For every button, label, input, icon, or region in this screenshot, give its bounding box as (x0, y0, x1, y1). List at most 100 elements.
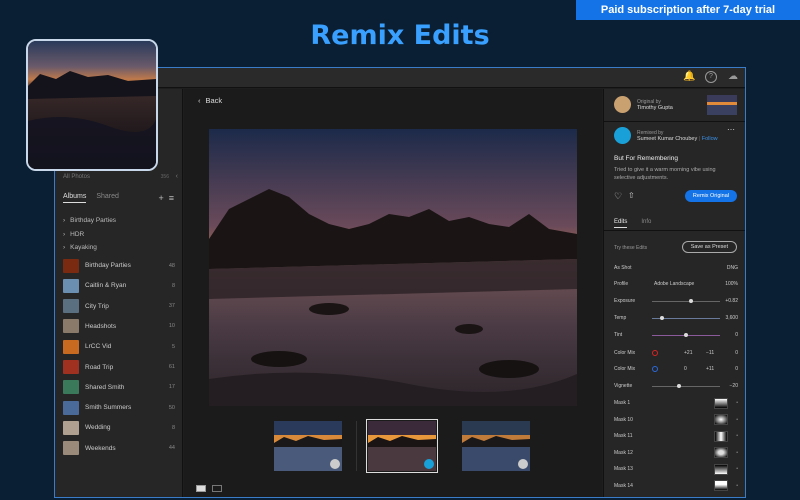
as-shot-label: As Shot (614, 265, 632, 271)
detail-view: ‹ Back (184, 89, 602, 497)
album-label: Shared Smith (85, 383, 125, 391)
slider-row: Tint 0 (614, 329, 738, 341)
profile-amount: 100% (725, 281, 738, 287)
mask-swatch (714, 397, 728, 409)
bell-icon[interactable]: 🔔 (683, 71, 695, 83)
album-item[interactable]: Headshots 10 (63, 318, 175, 335)
mask-row[interactable]: Mask 10 • (614, 414, 738, 426)
vignette-slider[interactable] (652, 386, 720, 387)
folder-label: HDR (70, 231, 85, 238)
album-label: Headshots (85, 322, 117, 330)
album-count: 37 (168, 303, 175, 310)
share-icon[interactable]: ⇧ (628, 191, 635, 200)
album-item[interactable]: Birthday Parties 48 (63, 257, 175, 274)
album-item[interactable]: Caitlin & Ryan 8 (63, 277, 175, 294)
adjust-slider[interactable] (652, 301, 720, 302)
single-view-icon[interactable] (196, 485, 206, 492)
album-thumbnail (63, 441, 79, 456)
slider-value: +0.82 (725, 298, 738, 304)
mask-row[interactable]: Mask 14 • (614, 480, 738, 492)
album-count: 44 (168, 445, 175, 452)
remix-original-button[interactable]: Remix Original (684, 190, 737, 202)
color-mix-row[interactable]: Color Mix +21 −11 0 (614, 347, 738, 359)
album-thumbnail (63, 258, 79, 273)
mask-label: Mask 12 (614, 449, 633, 456)
folder-hdr[interactable]: › HDR (63, 231, 84, 238)
heart-icon[interactable]: ♡ (614, 191, 622, 202)
color-mix-row[interactable]: Color Mix 0 +11 0 (614, 363, 738, 375)
slider-knob[interactable] (684, 333, 688, 337)
color-mix-v1: +21 (684, 350, 693, 356)
album-count: 61 (168, 364, 175, 370)
mask-swatch (714, 447, 728, 458)
album-item[interactable]: City Trip 37 (63, 298, 175, 315)
vignette-knob[interactable] (677, 384, 682, 388)
profile-label: Profile (614, 281, 629, 287)
original-author-name[interactable]: Timothy Gupta (637, 105, 673, 111)
album-item[interactable]: Road Trip 61 (63, 359, 175, 376)
mask-row[interactable]: Mask 11 • (614, 430, 738, 442)
version-thumb-original[interactable] (274, 421, 342, 471)
folder-birthday[interactable]: › Birthday Parties (63, 217, 116, 224)
color-mix-v1: 0 (684, 366, 687, 372)
avatar-badge (518, 459, 528, 469)
chevron-right-icon: › (63, 217, 66, 224)
save-preset-button[interactable]: Save as Preset (681, 241, 737, 253)
color-mix-v3: 0 (735, 350, 738, 356)
slider-value: 3,600 (725, 315, 738, 321)
mask-swatch (714, 430, 728, 442)
avatar-badge (424, 459, 434, 469)
album-label: Smith Summers (85, 404, 132, 412)
remix-description: Tried to give it a warm morning vibe usi… (614, 167, 716, 181)
color-mix-label: Color Mix (614, 366, 636, 372)
folder-kayaking[interactable]: › Kayaking (63, 244, 97, 251)
mask-count: • (736, 416, 738, 423)
color-ring-icon (652, 366, 658, 372)
album-item[interactable]: Weekends 44 (63, 440, 175, 457)
album-item[interactable]: Wedding 8 (63, 419, 175, 436)
help-icon[interactable]: ? (705, 71, 717, 83)
remix-panel: Original by Timothy Gupta Remixed by Sum… (603, 89, 745, 497)
mask-count: • (736, 466, 738, 472)
mask-swatch (714, 463, 728, 475)
album-count: 50 (168, 404, 175, 411)
mask-row[interactable]: Mask 13 • (614, 463, 738, 475)
top-bar: 🔔 ? ☁ (55, 68, 745, 88)
album-label: Weekends (85, 444, 116, 452)
tab-albums[interactable]: Albums (63, 193, 87, 203)
vignette-label: Vignette (614, 383, 633, 389)
slider-knob[interactable] (660, 316, 665, 320)
tab-edits[interactable]: Edits (614, 219, 628, 228)
tab-shared[interactable]: Shared (96, 193, 119, 203)
sort-icon[interactable]: ≡ (169, 193, 174, 203)
mask-row[interactable]: Mask 1 • (614, 397, 738, 409)
remix-author-name[interactable]: Sumeet Kumar Choubey (637, 136, 697, 142)
follow-link[interactable]: Follow (702, 136, 718, 142)
album-count: 8 (171, 282, 175, 289)
album-item[interactable]: Shared Smith 17 (63, 379, 175, 396)
album-label: City Trip (85, 302, 109, 310)
chevron-left-icon[interactable]: ‹ (176, 173, 178, 180)
album-thumbnail (63, 278, 79, 293)
grid-view-icon[interactable] (212, 485, 222, 492)
album-thumbnail (63, 380, 79, 395)
album-item[interactable]: Smith Summers 50 (63, 399, 175, 416)
back-button[interactable]: ‹ Back (198, 96, 222, 105)
mask-row[interactable]: Mask 12 • (614, 447, 738, 459)
color-ring-icon (652, 350, 658, 356)
add-icon[interactable]: + (158, 193, 163, 203)
profile-row[interactable]: Profile Adobe Landscape 100% (614, 278, 738, 290)
more-icon[interactable]: ⋯ (727, 125, 735, 134)
slider-knob[interactable] (689, 299, 694, 303)
folder-label: Birthday Parties (70, 217, 117, 224)
cloud-icon[interactable]: ☁ (727, 71, 739, 83)
album-count: 8 (171, 424, 175, 431)
album-item[interactable]: LrCC Vid 5 (63, 338, 175, 355)
original-thumbnail[interactable] (707, 95, 737, 115)
vignette-value: −20 (729, 383, 738, 389)
version-thumb-other[interactable] (462, 421, 530, 471)
version-thumb-selected[interactable] (366, 419, 438, 473)
filmstrip-divider (356, 421, 357, 471)
chevron-left-icon: ‹ (198, 96, 201, 105)
tab-info[interactable]: Info (641, 219, 651, 228)
